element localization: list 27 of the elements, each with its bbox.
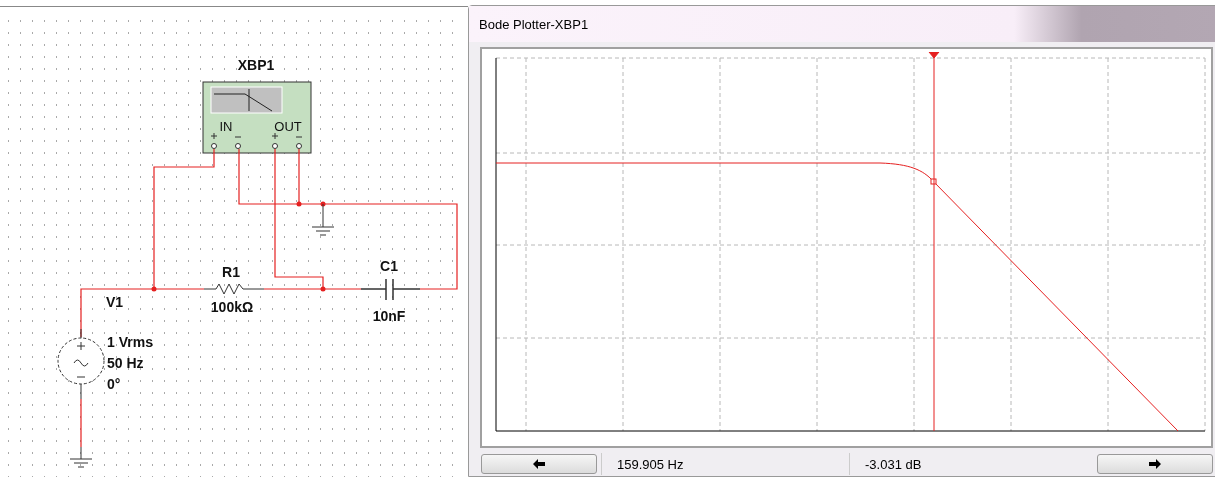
ground-icon [69, 446, 93, 468]
junction-dot [151, 286, 157, 292]
source-parameter: 0° [107, 376, 121, 392]
component-value: 10nF [372, 308, 406, 324]
component-name: R1 [222, 264, 240, 280]
resistor-symbol[interactable] [203, 283, 265, 295]
junction-dot [320, 201, 326, 207]
ground-icon [311, 203, 335, 236]
gain-readout: -3.031 dB [865, 456, 922, 472]
ac-source-symbol[interactable] [57, 328, 105, 400]
source-parameter: 50 Hz [107, 355, 144, 371]
component-name: V1 [106, 294, 124, 310]
frequency-readout: 159.905 Hz [617, 456, 684, 472]
cursor-left-button[interactable] [481, 454, 597, 475]
capacitor-symbol[interactable] [360, 278, 421, 301]
component-name: C1 [380, 258, 398, 274]
instrument-label: XBP1 [237, 57, 275, 73]
left-arrow-icon [533, 459, 545, 470]
right-arrow-icon [1149, 459, 1161, 470]
cursor-right-button[interactable] [1097, 454, 1213, 475]
window-title: Bode Plotter-XBP1 [479, 16, 589, 32]
junction-dot [320, 286, 326, 292]
source-parameter: 1 Vrms [107, 334, 153, 350]
bode-plotter-icon[interactable]: IN OUT [202, 81, 312, 154]
component-value: 100kΩ [210, 299, 254, 315]
wire [80, 398, 82, 448]
junction-dot [296, 201, 302, 207]
